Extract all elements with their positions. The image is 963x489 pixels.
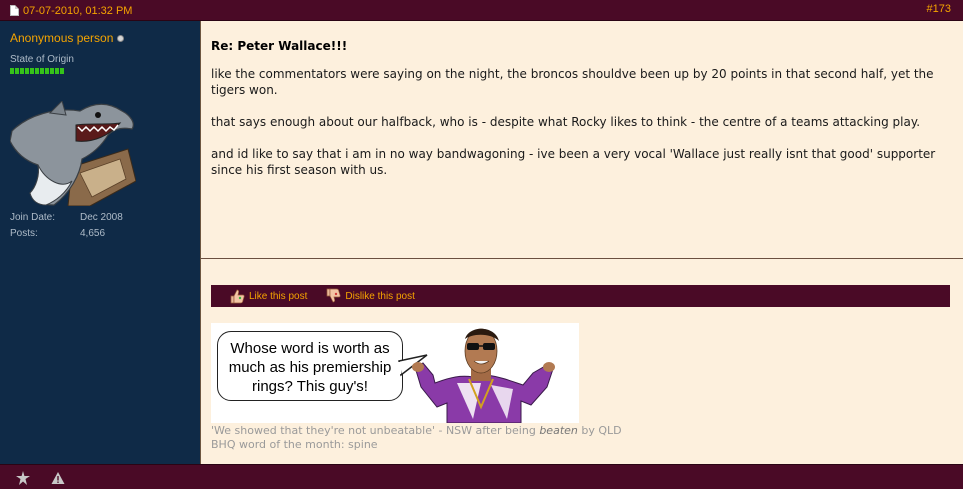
post-paragraph: like the commentators were saying on the… [211, 67, 934, 97]
reputation-pip [50, 68, 54, 74]
reputation-pip [10, 68, 14, 74]
star-burst-icon[interactable] [16, 471, 30, 485]
reputation-pip [35, 68, 39, 74]
reputation-pip [20, 68, 24, 74]
signature-text: 'We showed that they're not unbeatable' … [211, 424, 622, 452]
reputation-pip [30, 68, 34, 74]
reputation-pip [45, 68, 49, 74]
post-paragraph: and id like to say that i am in no way b… [211, 147, 936, 177]
avatar[interactable] [10, 101, 136, 206]
join-date-label: Join Date: [10, 211, 56, 223]
signature-divider [201, 258, 963, 259]
dislike-button[interactable]: Dislike this post [325, 288, 415, 304]
username-link[interactable]: Anonymous person [10, 31, 113, 45]
signature-emphasis: beaten [539, 424, 578, 437]
post-document-icon [10, 5, 19, 16]
warning-icon[interactable] [51, 471, 65, 485]
user-info: Join Date: Dec 2008 Posts: 4,656 [10, 209, 123, 241]
like-button[interactable]: Like this post [229, 288, 307, 304]
reputation-pip [60, 68, 64, 74]
word-of-month: BHQ word of the month: spine [211, 438, 378, 451]
user-title: State of Origin [10, 54, 74, 65]
post-paragraph: that says enough about our halfback, who… [211, 115, 921, 129]
post-number-link[interactable]: #173 [927, 3, 951, 15]
dislike-label: Dislike this post [345, 290, 415, 302]
post-content: Re: Peter Wallace!!! like the commentato… [201, 21, 963, 464]
online-status-icon [118, 35, 124, 41]
post-header-bar: 07-07-2010, 01:32 PM #173 [0, 0, 963, 21]
signature-quote: 'We showed that they're not unbeatable' … [211, 424, 622, 437]
user-sidebar: Anonymous person State of Origin Join Da… [0, 21, 201, 464]
join-date-value: Dec 2008 [80, 211, 123, 223]
reputation-pip [55, 68, 59, 74]
thumbs-up-icon [230, 289, 245, 304]
signature-image: Whose word is worth as much as his premi… [211, 323, 579, 423]
like-bar: Like this post Dislike this post [211, 285, 950, 307]
reputation-pip [15, 68, 19, 74]
post-footer-bar [0, 464, 963, 489]
post-title: Re: Peter Wallace!!! [211, 39, 348, 53]
post-body: like the commentators were saying on the… [211, 66, 951, 194]
post-date-text: 07-07-2010, 01:32 PM [23, 4, 133, 17]
like-label: Like this post [249, 290, 308, 302]
username-row: Anonymous person [10, 31, 124, 45]
reputation-pip [25, 68, 29, 74]
signature-figure [395, 328, 555, 423]
post-date: 07-07-2010, 01:32 PM [10, 3, 132, 18]
reputation-pip [40, 68, 44, 74]
posts-label: Posts: [10, 227, 38, 239]
thumbs-down-icon [327, 288, 341, 303]
posts-value: 4,656 [80, 227, 106, 239]
reputation-bar [10, 68, 64, 74]
